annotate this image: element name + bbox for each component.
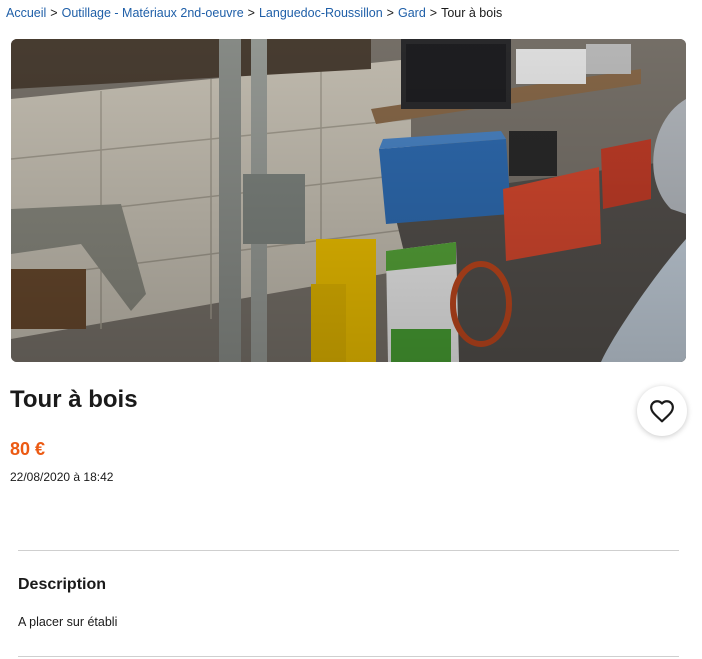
breadcrumb-separator: > [429, 6, 438, 20]
breadcrumb-separator: > [50, 6, 58, 20]
favorite-button[interactable] [637, 386, 687, 436]
breadcrumb-current: Tour à bois [441, 6, 503, 20]
listing-photo-illustration [11, 39, 686, 362]
breadcrumb: Accueil > Outillage - Matériaux 2nd-oeuvre… [6, 5, 502, 21]
listing-title: Tour à bois [10, 386, 138, 413]
breadcrumb-separator: > [386, 6, 394, 20]
description-text: A placer sur établi [18, 615, 118, 629]
heart-icon [650, 400, 674, 423]
description-heading: Description [18, 576, 107, 593]
section-divider [18, 550, 679, 551]
breadcrumb-link-category[interactable]: Outillage - Matériaux 2nd-oeuvre [62, 6, 244, 20]
section-divider [18, 656, 679, 657]
listing-price: 80 € [10, 439, 46, 459]
breadcrumb-link-department[interactable]: Gard [398, 6, 426, 20]
listing-date: 22/08/2020 à 18:42 [10, 470, 114, 484]
listing-photo[interactable] [11, 39, 686, 362]
breadcrumb-link-region[interactable]: Languedoc-Roussillon [259, 6, 383, 20]
breadcrumb-separator: > [247, 6, 255, 20]
breadcrumb-link-accueil[interactable]: Accueil [6, 6, 46, 20]
